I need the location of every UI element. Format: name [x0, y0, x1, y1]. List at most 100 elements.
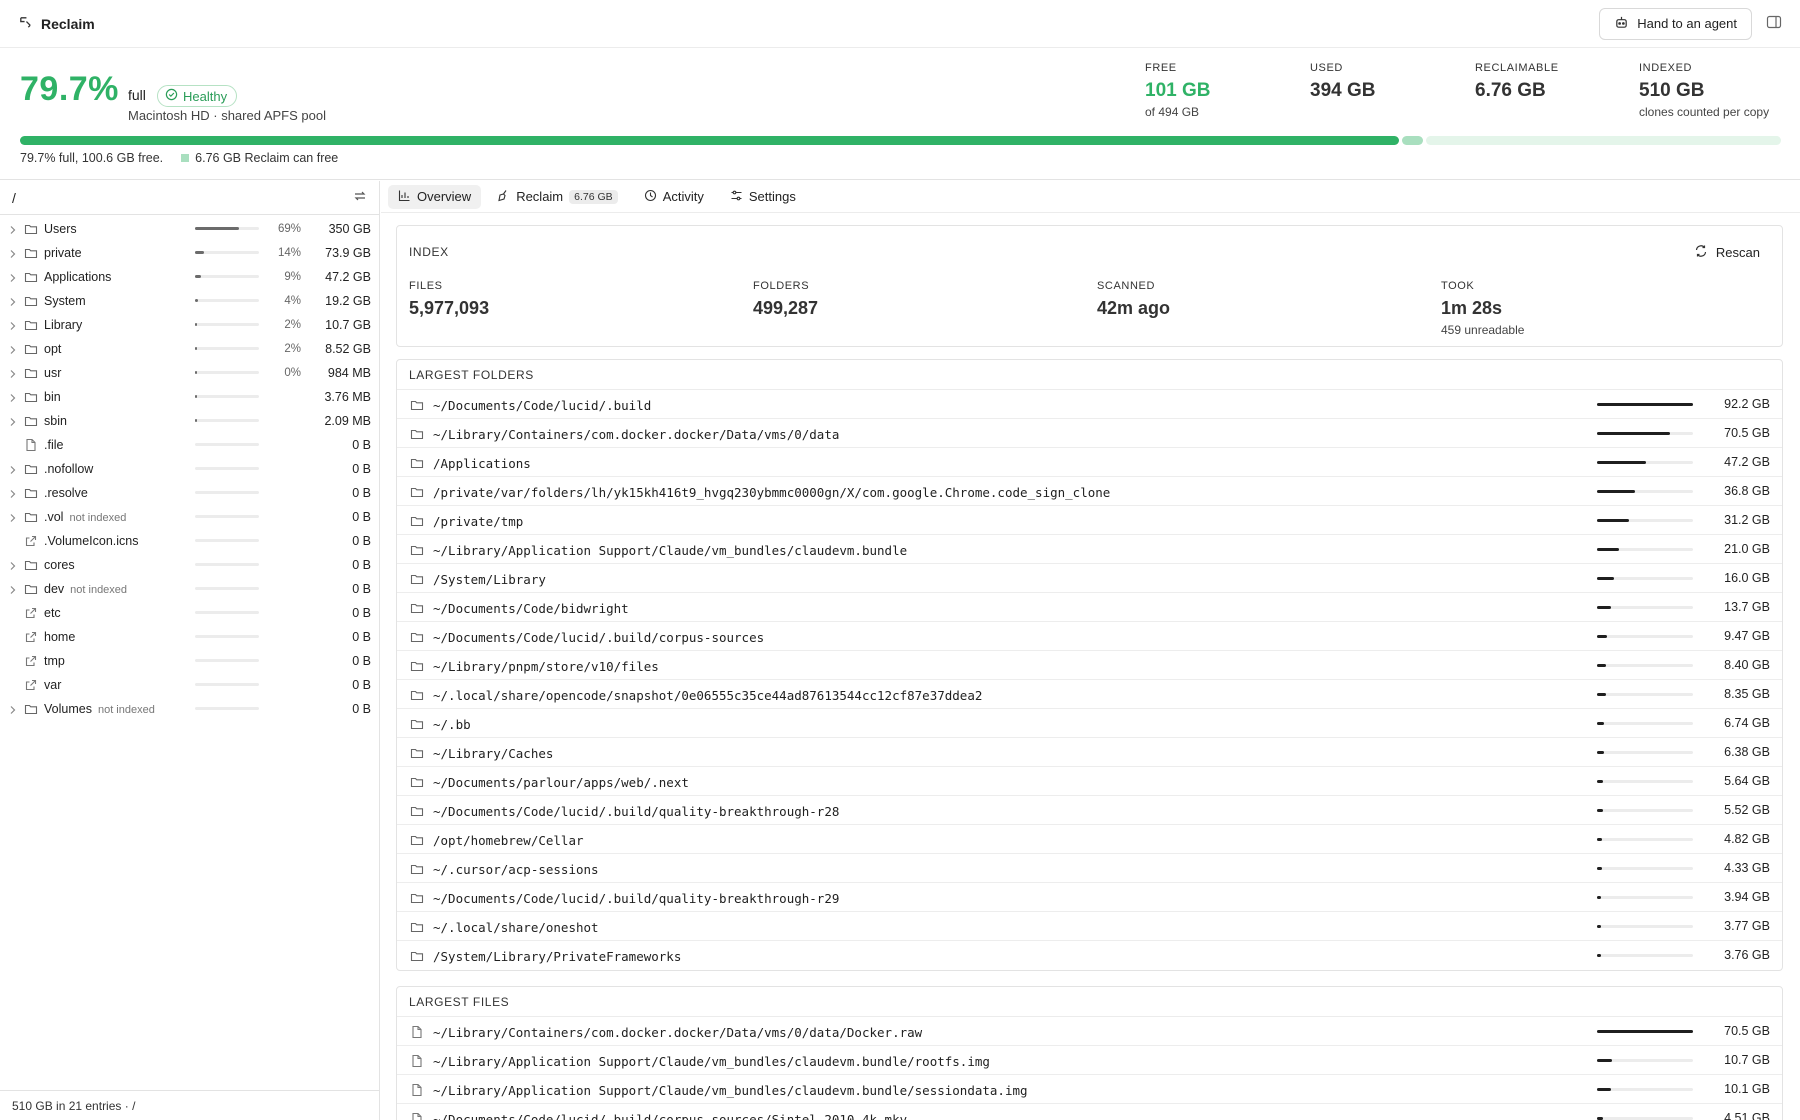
- folder-icon: [24, 270, 38, 284]
- size-bar-fill: [195, 275, 201, 278]
- chevron-right-icon[interactable]: [9, 272, 17, 282]
- panel-toggle-icon[interactable]: [1766, 14, 1782, 33]
- chevron-right-icon[interactable]: [9, 416, 17, 426]
- chevron-right-icon[interactable]: [9, 248, 17, 258]
- tree-item-dot-vol[interactable]: .vol not indexed 0 B: [0, 505, 379, 529]
- folder-row[interactable]: ~/.local/share/oneshot 3.77 GB: [397, 912, 1782, 941]
- tree-item-dot-nofollow[interactable]: .nofollow 0 B: [0, 457, 379, 481]
- tree-item-usr[interactable]: usr 0% 984 MB: [0, 361, 379, 385]
- folder-row[interactable]: /Applications 47.2 GB: [397, 448, 1782, 477]
- usage-bar-reclaimable: [1402, 136, 1423, 145]
- tab-settings[interactable]: Settings: [720, 185, 806, 209]
- folder-icon: [410, 717, 424, 730]
- folder-row[interactable]: ~/.cursor/acp-sessions 4.33 GB: [397, 854, 1782, 883]
- folder-row[interactable]: /opt/homebrew/Cellar 4.82 GB: [397, 825, 1782, 854]
- folder-icon: [410, 601, 424, 614]
- file-row[interactable]: ~/Documents/Code/lucid/.build/corpus-sou…: [397, 1104, 1782, 1120]
- chevron-right-icon[interactable]: [9, 512, 17, 522]
- index-stat-label: TOOK: [1441, 280, 1475, 292]
- chevron-right-icon[interactable]: [9, 368, 17, 378]
- folder-row[interactable]: ~/Library/Application Support/Claude/vm_…: [397, 535, 1782, 564]
- folder-row[interactable]: /System/Library/PrivateFrameworks 3.76 GB: [397, 941, 1782, 970]
- tree-item-name: Users: [44, 222, 77, 236]
- tab-activity[interactable]: Activity: [634, 185, 714, 209]
- size-bar: [1597, 519, 1693, 522]
- tree-item-name: etc: [44, 606, 61, 620]
- tree-item-system[interactable]: System 4% 19.2 GB: [0, 289, 379, 313]
- index-stat-value: 1m 28s: [1441, 298, 1503, 318]
- tree-item-etc[interactable]: etc 0 B: [0, 601, 379, 625]
- folder-row[interactable]: ~/.local/share/opencode/snapshot/0e06555…: [397, 680, 1782, 709]
- tree-item-home[interactable]: home 0 B: [0, 625, 379, 649]
- chevron-right-icon[interactable]: [9, 488, 17, 498]
- chevron-right-icon[interactable]: [9, 344, 17, 354]
- folder-row[interactable]: ~/Documents/parlour/apps/web/.next 5.64 G…: [397, 767, 1782, 796]
- folder-icon: [24, 702, 38, 716]
- tree-item-opt[interactable]: opt 2% 8.52 GB: [0, 337, 379, 361]
- chevron-right-icon[interactable]: [9, 296, 17, 306]
- refresh-icon[interactable]: [353, 189, 367, 206]
- tree-item-users[interactable]: Users 69% 350 GB: [0, 217, 379, 241]
- tree-item-volumes[interactable]: Volumes not indexed 0 B: [0, 697, 379, 721]
- item-size: 47.2 GB: [1724, 455, 1770, 469]
- tree-item-name: tmp: [44, 654, 65, 668]
- folder-row[interactable]: /private/tmp 31.2 GB: [397, 506, 1782, 535]
- file-row[interactable]: ~/Library/Application Support/Claude/vm_…: [397, 1046, 1782, 1075]
- size-value: 350 GB: [328, 222, 371, 236]
- file-icon: [24, 438, 38, 452]
- file-row[interactable]: ~/Library/Containers/com.docker.docker/D…: [397, 1017, 1782, 1046]
- item-path: ~/Documents/Code/lucid/.build/quality-br…: [433, 891, 840, 906]
- folder-row[interactable]: ~/Library/Caches 6.38 GB: [397, 738, 1782, 767]
- size-bar: [1597, 722, 1693, 725]
- folder-row[interactable]: ~/Documents/Code/lucid/.build/corpus-sou…: [397, 622, 1782, 651]
- tree-item-bin[interactable]: bin 3.76 MB: [0, 385, 379, 409]
- tree-item-dot-file[interactable]: .file 0 B: [0, 433, 379, 457]
- main-panel: Overview Reclaim 6.76 GB Activity Settings I…: [381, 181, 1800, 1120]
- chevron-right-icon[interactable]: [9, 224, 17, 234]
- size-bar: [1597, 432, 1693, 435]
- folder-row[interactable]: ~/.bb 6.74 GB: [397, 709, 1782, 738]
- size-bar-fill: [195, 371, 197, 374]
- folder-row[interactable]: /private/var/folders/lh/yk15kh416t9_hvgq…: [397, 477, 1782, 506]
- tab-reclaim[interactable]: Reclaim 6.76 GB: [487, 185, 628, 209]
- tree-item-var[interactable]: var 0 B: [0, 673, 379, 697]
- folder-row[interactable]: ~/Documents/Code/lucid/.build 92.2 GB: [397, 390, 1782, 419]
- tree-item-dev[interactable]: dev not indexed 0 B: [0, 577, 379, 601]
- tree-item-library[interactable]: Library 2% 10.7 GB: [0, 313, 379, 337]
- hand-to-agent-button[interactable]: Hand to an agent: [1599, 7, 1752, 40]
- folder-icon: [410, 485, 424, 498]
- chevron-right-icon[interactable]: [9, 464, 17, 474]
- tab-overview[interactable]: Overview: [388, 184, 482, 209]
- size-bar: [195, 587, 259, 590]
- tree-item-cores[interactable]: cores 0 B: [0, 553, 379, 577]
- stat-sub: clones counted per copy: [1639, 105, 1770, 119]
- tree-item-applications[interactable]: Applications 9% 47.2 GB: [0, 265, 379, 289]
- folder-icon: [410, 775, 424, 788]
- reclaim-legend: 6.76 GB Reclaim can free: [181, 151, 338, 165]
- size-bar: [1597, 809, 1693, 812]
- file-row[interactable]: ~/Library/Application Support/Claude/vm_…: [397, 1075, 1782, 1104]
- tree-item-private[interactable]: private 14% 73.9 GB: [0, 241, 379, 265]
- folder-row[interactable]: ~/Library/pnpm/store/v10/files 8.40 GB: [397, 651, 1782, 680]
- chevron-right-icon[interactable]: [9, 320, 17, 330]
- alias-icon: [24, 630, 38, 644]
- tree-item-name: bin: [44, 390, 61, 404]
- tree-item-tmp[interactable]: tmp 0 B: [0, 649, 379, 673]
- item-path: /Applications: [433, 456, 531, 471]
- folder-row[interactable]: ~/Library/Containers/com.docker.docker/D…: [397, 419, 1782, 448]
- chevron-right-icon[interactable]: [9, 584, 17, 594]
- folder-row[interactable]: /System/Library 16.0 GB: [397, 564, 1782, 593]
- tree-item-dot-volumeicon-icns[interactable]: .VolumeIcon.icns 0 B: [0, 529, 379, 553]
- tree-item-sbin[interactable]: sbin 2.09 MB: [0, 409, 379, 433]
- chevron-right-icon[interactable]: [9, 560, 17, 570]
- chevron-right-icon[interactable]: [9, 704, 17, 714]
- item-path: ~/.cursor/acp-sessions: [433, 862, 599, 877]
- chevron-right-icon[interactable]: [9, 392, 17, 402]
- folder-row[interactable]: ~/Documents/Code/lucid/.build/quality-br…: [397, 883, 1782, 912]
- clock-icon: [644, 189, 657, 205]
- size-bar: [195, 395, 259, 398]
- folder-row[interactable]: ~/Documents/Code/lucid/.build/quality-br…: [397, 796, 1782, 825]
- folder-row[interactable]: ~/Documents/Code/bidwright 13.7 GB: [397, 593, 1782, 622]
- tree-item-dot-resolve[interactable]: .resolve 0 B: [0, 481, 379, 505]
- rescan-button[interactable]: Rescan: [1694, 244, 1760, 261]
